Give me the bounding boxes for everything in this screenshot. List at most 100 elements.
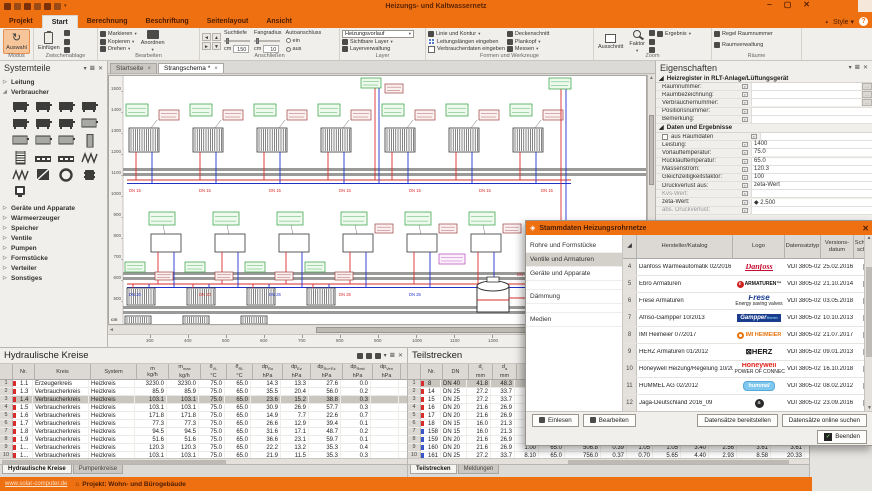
tree-item-pumpen[interactable]: ▷Pumpen [3,243,104,253]
property-value[interactable]: 1400 [751,141,872,148]
column-header[interactable]: System [91,364,137,379]
property-value[interactable] [751,190,872,197]
arrow-right-button[interactable]: ► [202,42,211,50]
tree-item-verteiler[interactable]: ▷Verteiler [3,263,104,273]
einlesen-button[interactable]: Einlesen [532,414,579,427]
property-value[interactable] [751,91,861,98]
radiator-icon[interactable] [34,99,55,114]
kopieren-button[interactable]: Kopieren▾ [100,38,137,46]
dialog-close-icon[interactable]: ✕ [862,224,869,233]
verbraucherdaten-button[interactable]: Verbraucherdaten eingeben [428,45,505,53]
table-tool-icon[interactable] [375,353,381,359]
deckenschnitt-button[interactable]: Deckenschnitt [507,30,550,38]
autoanschluss-aus-radio[interactable]: aus [286,45,322,53]
dialog-vscrollbar[interactable]: ▲▼ [864,235,872,411]
table-row[interactable]: 91...VerbraucherkreisHeizkreis120.3120.3… [0,444,407,452]
column-header[interactable]: mkg/h [137,364,169,379]
inherit-icon[interactable]: ▪ [742,200,748,205]
property-value[interactable] [760,133,872,140]
radiator-icon[interactable] [34,116,55,131]
column-header[interactable]: dpVenhPa [373,364,401,379]
table-row[interactable]: 11.1ErzeugerkreisHeizkreis3230.03230.075… [0,380,407,388]
catalog-row[interactable]: 11HUMMEL AG 02/2012hummelVDI 3805-0208.0… [623,378,872,395]
table-row[interactable]: 41.5VerbraucherkreisHeizkreis103.1103.17… [0,404,407,412]
beenden-button[interactable]: ✓Beenden [817,430,867,444]
cylinder-icon[interactable] [79,167,100,182]
slash-panel-icon[interactable] [34,167,55,182]
dialog-nav-rohre-und-formst-cke[interactable]: Rohre und Formstücke [526,239,622,253]
catalog-row[interactable]: 5Ebro ArmaturenEARMATUREN™VDI 3805-0221.… [623,276,872,293]
table-tool-icon[interactable] [357,353,363,359]
catalog-row[interactable]: 4Danfoss Wärmeautomatik 02/2016DanfossVD… [623,259,872,276]
table-tool-icon[interactable] [366,353,372,359]
markieren-button[interactable]: Markieren▾ [100,30,137,38]
style-menu[interactable]: Style ▾ [833,18,854,26]
coil-icon[interactable] [79,150,100,165]
close-panel-icon[interactable]: ✕ [98,65,103,72]
column-header[interactable]: damm [493,364,517,379]
panel-dropdown-icon[interactable]: ▾ [849,64,852,71]
checkbox[interactable] [662,134,668,140]
ergebnis-button[interactable]: Ergebnis▾ [657,30,691,38]
tree-item-ventile[interactable]: ▷Ventile [3,233,104,243]
arrow-left-button[interactable]: ◄ [202,33,211,41]
more-button[interactable]: … [862,83,872,90]
column-header[interactable]: dimm [469,364,493,379]
help-icon[interactable]: ? [859,17,868,26]
column-header[interactable]: Versions- datum [821,235,854,258]
catalog-row[interactable]: 9HERZ Armaturen 01/2012⊠HERZVDI 3805-020… [623,344,872,361]
column-header[interactable]: Nr. [13,364,35,379]
suchtiefe-slider[interactable] [224,40,250,42]
close-panel-icon[interactable]: ✕ [863,64,868,71]
maximize-button[interactable]: ▢ [784,0,792,9]
property-value[interactable]: ◆ 2.500 [751,199,872,206]
catalog-row[interactable]: 6Frese ArmaturenFreseEnergy saving valve… [623,293,872,310]
leitungslaengen-button[interactable]: Leitungslängen eingeben [428,38,505,46]
towel-rail-icon[interactable] [11,150,32,165]
radiator-vertical-icon[interactable] [79,133,100,148]
catalog-row[interactable]: 7Afriso-Gampper 10/2013GampperthermVDI 3… [623,310,872,327]
inherit-icon[interactable]: ▪ [742,167,748,172]
menu-tab-beschriftung[interactable]: Beschriftung [137,15,198,28]
column-header[interactable]: dpRo+EzhPa [311,364,343,379]
inherit-icon[interactable]: ▪ [742,191,748,196]
more-button[interactable]: … [862,91,872,98]
radiator-icon[interactable] [57,99,78,114]
property-value[interactable] [751,207,872,214]
property-value[interactable]: zeta-Wert [751,182,872,189]
autoanschluss-ein-radio[interactable]: ein [286,37,322,45]
column-header[interactable]: dpEzhPa [283,364,311,379]
catalog-row[interactable]: 12Jaga-Deutschland 2016_09aVDI 3805-0223… [623,395,872,411]
ausschnitt-button[interactable]: Ausschnitt [596,29,625,54]
inherit-icon[interactable]: ▪ [742,142,748,147]
property-value[interactable] [751,99,861,106]
menu-tab-ansicht[interactable]: Ansicht [257,15,301,28]
teilstrecken-tab-meldungen[interactable]: Meldungen [458,465,500,474]
column-header[interactable]: mmaxkg/h [169,364,201,379]
inherit-icon[interactable]: ▪ [742,117,748,122]
canvas-tab-startseite[interactable]: Startseite× [110,63,157,73]
inherit-icon[interactable]: ▪ [742,183,748,188]
catalog-row[interactable]: 10Honeywell Heizung/Regelung 10/2018Hone… [623,361,872,378]
tree-item-formst-cke[interactable]: ▷Formstücke [3,253,104,263]
fangradius-slider[interactable] [254,40,280,42]
fangradius-input[interactable]: 10 [263,45,279,53]
datensaetze-online-suchen-button[interactable]: Datensätze online suchen [782,414,867,427]
inherit-icon[interactable]: ▪ [742,208,748,213]
column-header[interactable]: Kreis [35,364,91,379]
raumverwaltung-button[interactable]: Raumverwaltung [714,41,799,49]
radiator-hatched-icon[interactable] [11,133,32,148]
inherit-icon[interactable]: ▪ [742,175,748,180]
tree-item-w-rmeerzeuger[interactable]: ▷Wärmeerzeuger [3,213,104,223]
plankopf-button[interactable]: Plankopf▾ [507,38,550,46]
radiator-icon[interactable] [11,99,32,114]
property-value[interactable]: 120.3 [751,166,872,173]
dialog-nav-medien[interactable]: Medien [526,312,622,327]
menu-tab-start[interactable]: Start [42,15,78,28]
copy-small-icon[interactable] [64,39,70,45]
table-row[interactable]: 31.4VerbraucherkreisHeizkreis103.1103.17… [0,396,407,404]
more-button[interactable]: … [862,99,872,106]
inherit-icon[interactable]: ▪ [742,159,748,164]
zoom-in-icon[interactable] [649,30,655,36]
dialog-nav-ger-te-und-apparate[interactable]: Geräte und Apparate [526,267,622,281]
